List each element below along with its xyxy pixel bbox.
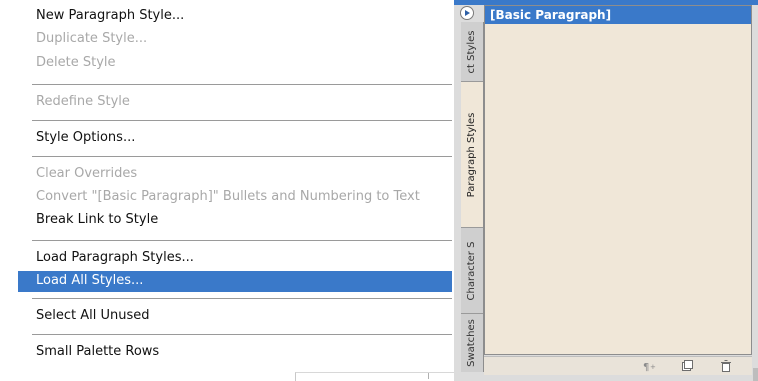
menu-separator [32,120,452,121]
menu-item-style-options[interactable]: Style Options... [36,129,135,147]
panel-flyout-menu: New Paragraph Style... Duplicate Style..… [0,0,452,372]
panel-tab-strip: ct Styles Paragraph Styles Character S S… [461,22,484,372]
menu-item-load-all-styles[interactable]: Load All Styles... [36,272,143,290]
menu-item-convert-bullets: Convert "[Basic Paragraph]" Bullets and … [36,189,420,204]
menu-separator [32,156,452,157]
menu-item-small-palette-rows[interactable]: Small Palette Rows [36,343,159,361]
tab-label: Paragraph Styles [466,112,477,197]
tab-label: Swatches [466,319,477,367]
play-arrow-icon [465,10,470,16]
panel-footer: ¶ + [484,356,752,375]
panel-menu-button[interactable] [460,6,474,20]
panel-resize-grip[interactable] [753,368,758,381]
tab-object-styles[interactable]: ct Styles [461,22,483,82]
svg-text:+: + [650,363,656,371]
clear-overrides-icon[interactable]: ¶ + [642,360,656,372]
menu-item-select-all-unused[interactable]: Select All Unused [36,307,150,325]
menu-item-new-paragraph-style[interactable]: New Paragraph Style... [36,7,184,25]
screen: New Paragraph Style... Duplicate Style..… [0,0,758,381]
tab-paragraph-styles[interactable]: Paragraph Styles [461,82,483,228]
menu-separator [32,240,452,241]
menu-edge-mark [428,373,439,379]
tab-swatches[interactable]: Swatches [461,314,483,372]
svg-text:¶: ¶ [643,362,649,372]
delete-style-icon[interactable] [719,360,733,372]
menu-item-duplicate-style: Duplicate Style... [36,31,148,46]
new-style-icon[interactable] [680,360,694,372]
menu-item-clear-overrides: Clear Overrides [36,166,138,181]
tab-label: Character S [466,241,477,300]
style-list[interactable]: [Basic Paragraph] [484,5,752,355]
menu-item-break-link-to-style[interactable]: Break Link to Style [36,211,158,229]
tab-label: ct Styles [466,30,477,73]
menu-item-redefine-style: Redefine Style [36,94,130,109]
style-row-basic-paragraph[interactable]: [Basic Paragraph] [485,6,751,24]
paragraph-styles-panel: ct Styles Paragraph Styles Character S S… [454,0,758,381]
menu-item-delete-style: Delete Style [36,55,116,70]
menu-separator [32,298,452,299]
menu-item-load-paragraph-styles[interactable]: Load Paragraph Styles... [36,249,194,267]
menu-separator [32,84,452,85]
menu-separator [32,334,452,335]
tab-character-styles[interactable]: Character S [461,228,483,314]
